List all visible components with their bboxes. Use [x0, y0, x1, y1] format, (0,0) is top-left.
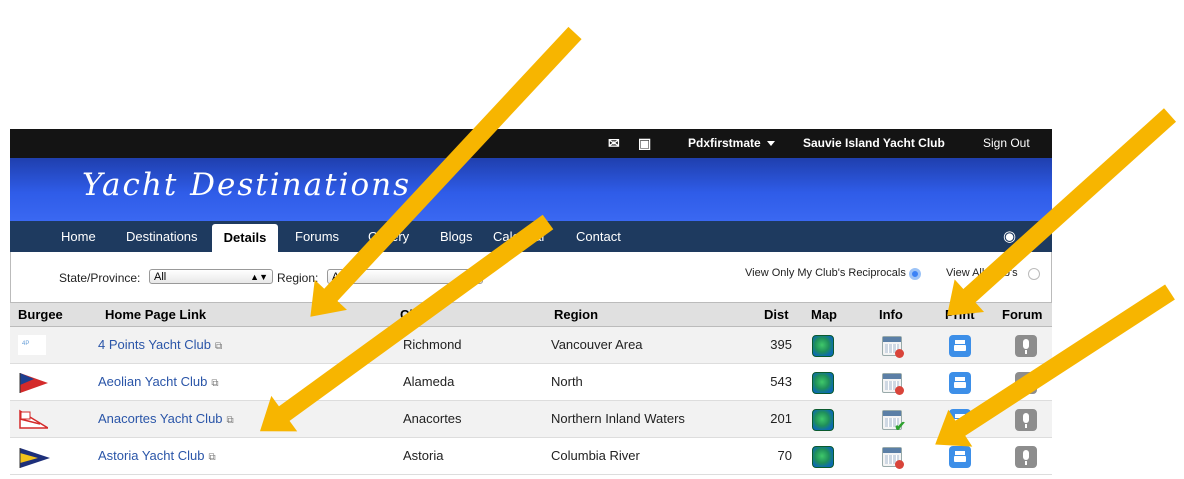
- sign-out-link[interactable]: Sign Out: [983, 129, 1030, 158]
- region-cell: North: [551, 374, 583, 389]
- col-info: Info: [879, 307, 903, 322]
- print-icon[interactable]: [949, 372, 971, 394]
- nav-home[interactable]: Home: [61, 221, 96, 252]
- globe-map-icon[interactable]: [812, 446, 834, 468]
- microphone-icon[interactable]: [1015, 335, 1037, 357]
- state-select[interactable]: All ▲▼: [149, 269, 273, 284]
- region-cell: Vancouver Area: [551, 337, 643, 352]
- filter-bar: State/Province: All▲▼ Region: All▲▼ View…: [10, 252, 1052, 302]
- region-cell: Columbia River: [551, 448, 640, 463]
- chevron-down-icon: [766, 141, 775, 147]
- unavailable-badge-icon: [895, 460, 904, 469]
- col-map: Map: [811, 307, 837, 322]
- state-label: State/Province:: [59, 271, 141, 285]
- nav-blogs[interactable]: Blogs: [440, 221, 473, 252]
- user-menu-label: Pdxfirstmate: [688, 136, 761, 150]
- nav-contact[interactable]: Contact: [576, 221, 621, 252]
- club-name: Astoria Yacht Club: [98, 448, 205, 463]
- state-select-value: All: [154, 271, 167, 283]
- view-reciprocals-radio[interactable]: [909, 268, 921, 280]
- club-link[interactable]: Aeolian Yacht Club ⧉: [98, 364, 219, 401]
- col-region[interactable]: Region: [554, 303, 598, 328]
- print-icon[interactable]: [949, 335, 971, 357]
- select-arrows-icon: ▲▼: [250, 272, 268, 282]
- checkmark-icon: ✔: [894, 418, 906, 434]
- burgee-icon: [19, 409, 48, 429]
- city-cell: Richmond: [403, 337, 462, 352]
- city-cell: Astoria: [403, 448, 444, 463]
- external-link-icon: ⧉: [211, 378, 219, 389]
- nav-details[interactable]: Details: [212, 224, 278, 252]
- globe-map-icon[interactable]: [812, 335, 834, 357]
- calendar-info-icon[interactable]: ✔: [882, 410, 906, 433]
- top-bar: ✉ ▣ Pdxfirstmate Sauvie Island Yacht Clu…: [10, 129, 1052, 158]
- club-link[interactable]: Anacortes Yacht Club ⧉: [98, 401, 234, 438]
- unavailable-badge-icon: [895, 349, 904, 358]
- club-link[interactable]: Sauvie Island Yacht Club: [803, 129, 945, 158]
- col-dist[interactable]: Dist: [764, 303, 789, 328]
- external-link-icon: ⧉: [214, 341, 223, 352]
- external-link-icon: ⧉: [208, 452, 216, 463]
- microphone-icon[interactable]: [1015, 409, 1037, 431]
- globe-map-icon[interactable]: [812, 372, 834, 394]
- table-row: Anacortes Yacht Club ⧉ Anacortes Northern…: [10, 401, 1052, 438]
- microphone-icon[interactable]: [1015, 446, 1037, 468]
- app-window: ✉ ▣ Pdxfirstmate Sauvie Island Yacht Clu…: [10, 129, 1052, 479]
- dist-cell: 70: [777, 448, 792, 463]
- user-menu[interactable]: Pdxfirstmate: [688, 129, 775, 158]
- nav-forums[interactable]: Forums: [295, 221, 339, 252]
- calendar-info-icon[interactable]: [882, 447, 904, 469]
- nav-destinations[interactable]: Destinations: [126, 221, 198, 252]
- table-row: 4P 4 Points Yacht Club ⧉ Richmond Vancouv…: [10, 327, 1052, 364]
- col-home-page-link[interactable]: Home Page Link: [105, 303, 206, 328]
- site-logo[interactable]: Yacht Destinations: [82, 167, 411, 203]
- calendar-info-icon[interactable]: [882, 336, 904, 358]
- dist-cell: 543: [770, 374, 792, 389]
- table-row: Astoria Yacht Club ⧉ Astoria Columbia Riv…: [10, 438, 1052, 475]
- burgee-icon: [19, 373, 48, 393]
- dist-cell: 395: [770, 337, 792, 352]
- table-row: Aeolian Yacht Club ⧉ Alameda North 543: [10, 364, 1052, 401]
- messages-icon[interactable]: ✉: [608, 129, 620, 158]
- burgee-icon: [19, 448, 50, 468]
- view-all-radio[interactable]: [1028, 268, 1040, 280]
- burgee-icon: 4P: [18, 335, 46, 355]
- club-link[interactable]: 4 Points Yacht Club ⧉: [98, 327, 222, 364]
- city-cell: Alameda: [403, 374, 455, 389]
- club-link[interactable]: Astoria Yacht Club ⧉: [98, 438, 216, 475]
- bookmark-icon[interactable]: ▣: [638, 129, 651, 158]
- calendar-info-icon[interactable]: [882, 373, 904, 395]
- city-cell: Anacortes: [403, 411, 462, 426]
- col-forum: Forum: [1002, 307, 1043, 322]
- view-reciprocals-label: View Only My Club's Reciprocals: [745, 267, 906, 279]
- club-name: 4 Points Yacht Club: [98, 337, 211, 352]
- globe-map-icon[interactable]: [812, 409, 834, 431]
- col-burgee[interactable]: Burgee: [18, 303, 63, 328]
- svg-text:4P: 4P: [22, 341, 29, 347]
- club-name: Anacortes Yacht Club: [98, 411, 223, 426]
- region-cell: Northern Inland Waters: [551, 411, 685, 426]
- table-header: Burgee Home Page Link City Region Dist M…: [10, 302, 1052, 327]
- site-banner: Yacht Destinations: [10, 158, 1052, 221]
- dist-cell: 201: [770, 411, 792, 426]
- unavailable-badge-icon: [895, 386, 904, 395]
- external-link-icon: ⧉: [226, 415, 234, 426]
- club-name: Aeolian Yacht Club: [98, 374, 208, 389]
